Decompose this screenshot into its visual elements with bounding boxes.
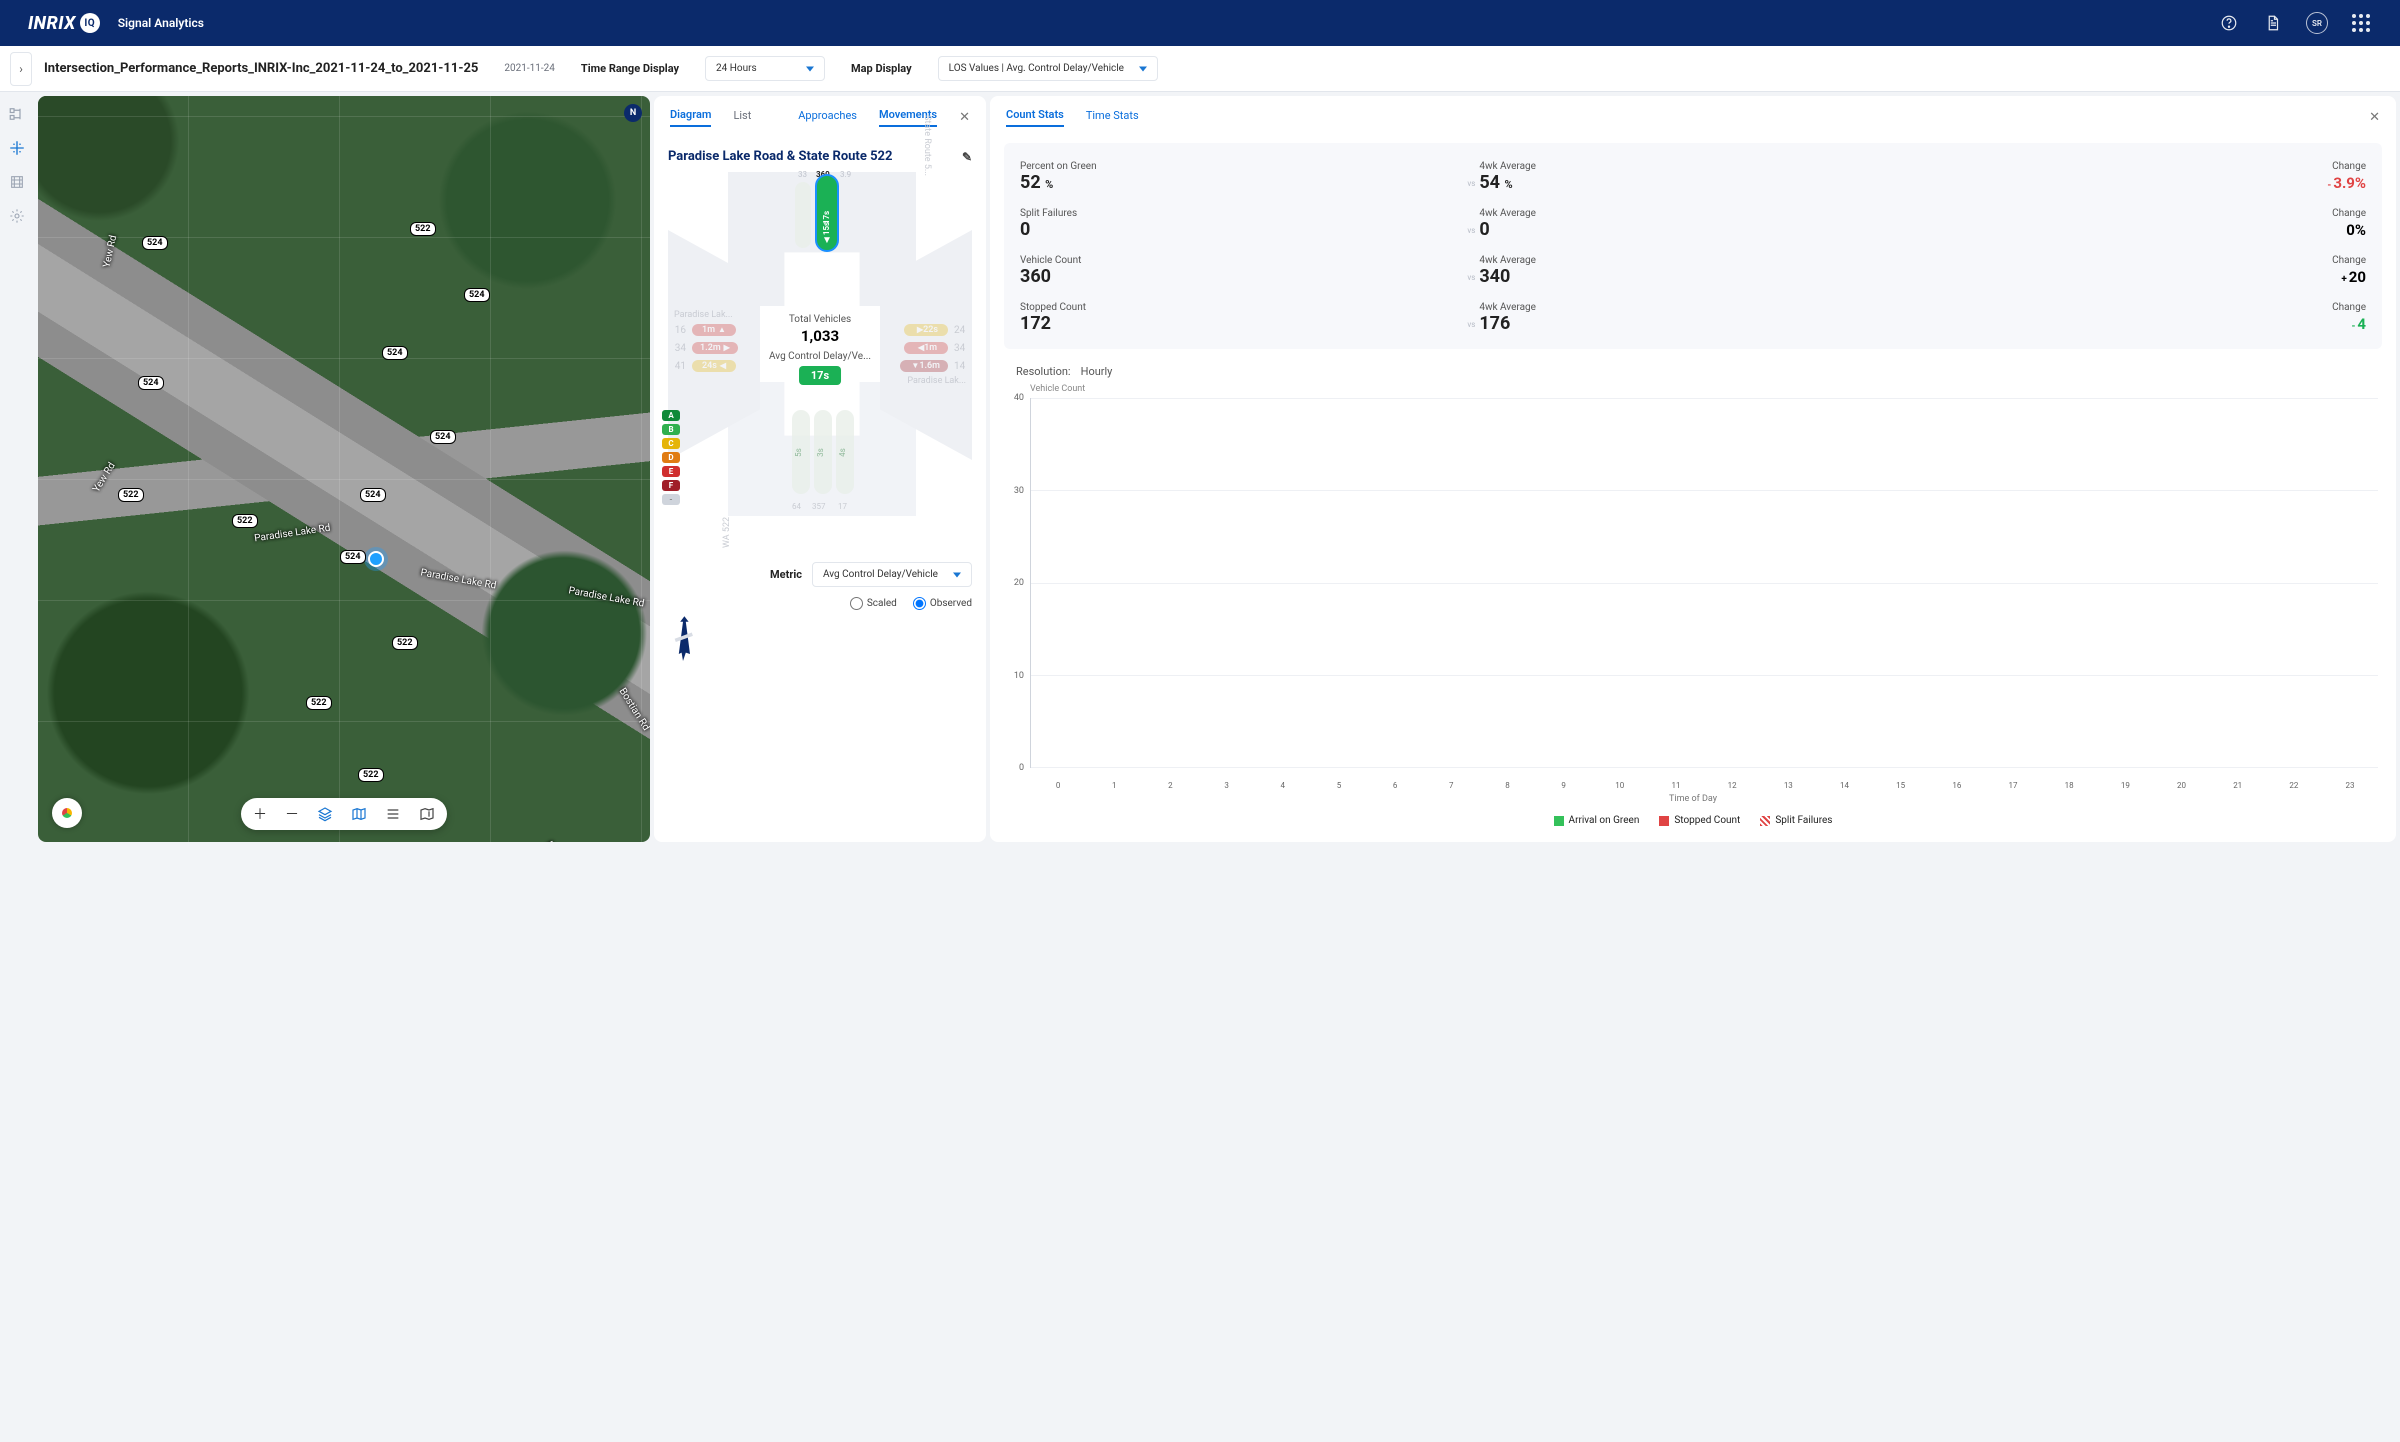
movement-pill[interactable]: ◀1m [904, 342, 948, 354]
chart-legend: Arrival on Green Stopped Count Split Fai… [1004, 815, 2382, 826]
satellite-basemap [38, 96, 650, 842]
expand-sidebar-button[interactable]: › [10, 52, 32, 86]
approach-east-label: Paradise Lak... [907, 376, 966, 386]
edit-icon[interactable]: ✎ [962, 150, 972, 164]
apps-icon[interactable] [2350, 12, 2372, 34]
radio-observed[interactable]: Observed [913, 597, 972, 610]
time-range-select[interactable]: 24 Hours [705, 56, 825, 81]
resolution-row: Resolution:Hourly [1006, 365, 2382, 378]
tab-diagram[interactable]: Diagram [670, 108, 711, 127]
map-display-select[interactable]: LOS Values | Avg. Control Delay/Vehicle [938, 56, 1158, 81]
stats-panel: Count Stats Time Stats ✕ Percent on Gree… [990, 96, 2396, 842]
route-shield: 524 [142, 236, 168, 250]
document-icon[interactable] [2262, 12, 2284, 34]
rail-settings-icon[interactable] [7, 206, 27, 226]
tab-count-stats[interactable]: Count Stats [1006, 108, 1064, 127]
close-diagram-button[interactable]: ✕ [959, 110, 970, 125]
rail-corridors-icon[interactable] [7, 104, 27, 124]
movement-diagram: State Route 5... 33 360 3.9 17s 15s ▼ Pa… [668, 172, 972, 552]
zoom-in-button[interactable]: ＋ [253, 804, 267, 824]
label-button[interactable] [419, 806, 435, 822]
intersection-name: Paradise Lake Road & State Route 522 [668, 149, 892, 164]
brand-logo: INRIXIQ [28, 13, 100, 34]
compass-icon[interactable]: N [624, 104, 642, 122]
route-shield: 522 [118, 488, 144, 502]
stats-summary: Percent on Green52 %vs4wk Average54 %Cha… [1004, 143, 2382, 349]
route-shield: 524 [138, 376, 164, 390]
route-shield: 524 [464, 288, 490, 302]
list-button[interactable] [385, 806, 401, 822]
zoom-out-button[interactable]: － [285, 804, 299, 824]
total-vehicles-label: Total Vehicles [769, 314, 871, 325]
help-icon[interactable] [2218, 12, 2240, 34]
vehicle-count-chart: Vehicle Count 010203040 0123456789101112… [1004, 386, 2382, 828]
route-shield: 522 [232, 514, 258, 528]
report-name: Intersection_Performance_Reports_INRIX-I… [44, 61, 478, 76]
radio-scaled[interactable]: Scaled [850, 597, 897, 610]
north-count-a: 33 [798, 170, 807, 179]
metric-select[interactable]: Avg Control Delay/Vehicle [812, 562, 972, 587]
map-fab-button[interactable] [52, 798, 82, 828]
movement-pill[interactable]: 1.2m▶ [692, 342, 738, 354]
route-shield: 524 [430, 430, 456, 444]
active-movement[interactable]: 17s 15s ▼ [815, 174, 839, 252]
diagram-panel: Diagram List Approaches Movements ✕ Para… [654, 96, 986, 842]
route-shield: 522 [358, 768, 384, 782]
app-header: INRIXIQ Signal Analytics SR [0, 0, 2400, 46]
map-toolbar: ＋ － [241, 798, 447, 830]
selected-intersection-marker[interactable] [368, 551, 384, 567]
metric-label: Metric [770, 568, 802, 581]
route-shield: 522 [410, 222, 436, 236]
left-rail [0, 96, 34, 842]
avg-delay-label: Avg Control Delay/Ve... [769, 351, 871, 362]
north-count-c: 3.9 [840, 170, 851, 179]
map-mode-button[interactable] [351, 806, 367, 822]
approach-west-label: Paradise Lak... [674, 310, 733, 320]
north-arrow-icon [668, 612, 698, 668]
movement-pill[interactable]: ▼1.6m [900, 360, 948, 372]
approach-north-label: State Route 5... [922, 115, 932, 176]
report-toolbar: › Intersection_Performance_Reports_INRIX… [0, 46, 2400, 92]
time-range-label: Time Range Display [581, 62, 679, 75]
total-vehicles-value: 1,033 [769, 327, 871, 345]
map-display-label: Map Display [851, 62, 912, 75]
route-shield: 522 [306, 696, 332, 710]
avg-delay-value: 17s [799, 366, 841, 385]
movement-pill[interactable]: ▶22s [904, 324, 948, 336]
rail-buildings-icon[interactable] [7, 172, 27, 192]
approach-south-label: WA 522 [722, 517, 732, 548]
report-date: 2021-11-24 [504, 63, 555, 74]
route-shield: 524 [340, 550, 366, 564]
layers-button[interactable] [317, 806, 333, 822]
route-shield: 524 [360, 488, 386, 502]
tab-list[interactable]: List [733, 109, 751, 126]
app-title: Signal Analytics [118, 16, 204, 30]
movement-pill[interactable]: 24s◀ [692, 360, 736, 372]
los-legend: ABCDEF- [662, 410, 680, 505]
close-stats-button[interactable]: ✕ [2369, 110, 2380, 125]
tab-time-stats[interactable]: Time Stats [1086, 109, 1139, 126]
map-panel[interactable]: N Yew Rd Yew Rd Paradise Lake Rd Paradis… [38, 96, 650, 842]
route-shield: 522 [392, 636, 418, 650]
rail-intersections-icon[interactable] [7, 138, 27, 158]
user-avatar[interactable]: SR [2306, 12, 2328, 34]
movement-pill[interactable]: 1m▲ [692, 324, 736, 336]
route-shield: 524 [382, 346, 408, 360]
tab-approaches[interactable]: Approaches [798, 109, 857, 126]
